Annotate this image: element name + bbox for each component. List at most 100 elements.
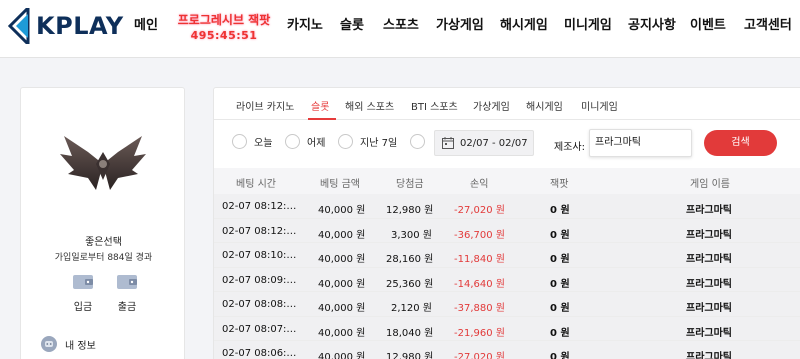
cell-winnings: 3,300 원 (391, 229, 433, 241)
col-bet-amount: 베팅 금액 (320, 179, 360, 190)
cell-bet-time: 02-07 08:10:… (222, 250, 297, 261)
category-tabs: 라이브 카지노 슬롯 해외 스포츠 BTI 스포츠 가상게임 해시게임 미니게임 (214, 88, 800, 120)
radio-circle (410, 134, 425, 149)
cell-profit-loss: -11,840 원 (454, 254, 505, 265)
cell-bet-amount: 40,000 원 (318, 303, 366, 314)
nav-item-hash[interactable]: 해시게임 (500, 14, 548, 33)
cell-bet-amount: 40,000 원 (318, 352, 366, 359)
cell-profit-loss: -37,880 원 (454, 303, 505, 314)
wallet-icon (73, 275, 93, 289)
jackpot-promo[interactable]: 프로그레시브 잭팟 495:45:51 (174, 14, 274, 41)
nav-item-slot[interactable]: 슬롯 (340, 14, 364, 33)
tab-overseas-sports[interactable]: 해외 스포츠 (345, 98, 394, 113)
tab-bti-sports[interactable]: BTI 스포츠 (411, 98, 458, 113)
cell-bet-time: 02-07 08:09:… (222, 274, 297, 286)
table-row: 02-07 08:10:… 40,000 원 28,160 원 -11,840 … (214, 243, 800, 268)
rank-emblem-icon (60, 136, 146, 190)
cell-jackpot: 0 원 (550, 303, 570, 314)
tab-mini-game[interactable]: 미니게임 (581, 98, 618, 113)
table-row: 02-07 08:06:… 40,000 원 12,980 원 -27,020 … (214, 341, 800, 359)
tab-hash-game[interactable]: 해시게임 (526, 98, 563, 113)
cell-jackpot: 0 원 (550, 352, 570, 359)
cell-winnings: 28,160 원 (386, 254, 434, 265)
cell-game-name: 프라그마틱 (686, 229, 732, 241)
nav-item-mini[interactable]: 미니게임 (564, 14, 612, 33)
cell-bet-time: 02-07 08:08:… (222, 299, 297, 310)
col-winnings: 당첨금 (396, 179, 424, 190)
cell-jackpot: 0 원 (550, 254, 570, 265)
radio-today[interactable]: 오늘 (232, 134, 272, 149)
cell-jackpot: 0 원 (550, 278, 570, 290)
calendar-icon (442, 137, 454, 149)
table-row: 02-07 08:09:… 40,000 원 25,360 원 -14,640 … (214, 267, 800, 292)
my-info-label: 내 정보 (65, 340, 96, 352)
cell-jackpot: 0 원 (550, 205, 570, 216)
cell-profit-loss: -36,700 원 (454, 229, 505, 241)
radio-circle (338, 134, 353, 149)
tab-slot[interactable]: 슬롯 (311, 98, 329, 113)
deposit-label: 입금 (73, 302, 93, 313)
cell-winnings: 18,040 원 (386, 327, 434, 339)
withdraw-label: 출금 (117, 302, 137, 313)
radio-custom-range[interactable] (410, 134, 425, 149)
radio-circle (232, 134, 247, 149)
cell-profit-loss: -14,640 원 (454, 278, 505, 290)
cell-bet-time: 02-07 08:12:… (222, 225, 297, 237)
cell-game-name: 프라그마틱 (686, 327, 732, 339)
cell-bet-amount: 40,000 원 (318, 327, 366, 339)
date-range-picker[interactable]: 02/07 - 02/07 (434, 130, 534, 156)
table-row: 02-07 08:12:… 40,000 원 12,980 원 -27,020 … (214, 194, 800, 219)
cell-bet-amount: 40,000 원 (318, 229, 366, 241)
tab-virtual-game[interactable]: 가상게임 (473, 98, 510, 113)
radio-last-7-days[interactable]: 지난 7일 (338, 134, 397, 149)
deposit-button[interactable]: 입금 (63, 274, 103, 313)
tab-live-casino[interactable]: 라이브 카지노 (236, 98, 294, 113)
cell-profit-loss: -27,020 원 (454, 352, 505, 359)
main-nav: 메인 카지노 슬롯 스포츠 가상게임 해시게임 미니게임 공지사항 이벤트 고객… (0, 14, 800, 36)
table-body: 02-07 08:12:… 40,000 원 12,980 원 -27,020 … (214, 194, 800, 359)
betting-history-panel: 라이브 카지노 슬롯 해외 스포츠 BTI 스포츠 가상게임 해시게임 미니게임… (213, 87, 800, 359)
top-header: KPLAY 메인 카지노 슬롯 스포츠 가상게임 해시게임 미니게임 공지사항 … (0, 0, 800, 58)
col-game-name: 게임 이름 (690, 179, 730, 190)
user-icon (41, 336, 57, 352)
joined-days: 가입일로부터 884일 경과 (54, 253, 153, 263)
cell-game-name: 프라그마틱 (686, 278, 732, 290)
jackpot-timer: 495:45:51 (190, 29, 258, 42)
nav-item-notice[interactable]: 공지사항 (628, 14, 676, 33)
nav-item-support[interactable]: 고객센터 (744, 14, 792, 33)
cell-bet-time: 02-07 08:06:… (222, 348, 297, 359)
radio-yesterday[interactable]: 어제 (285, 134, 325, 149)
wallet-icon (117, 275, 137, 289)
cell-game-name: 프라그마틱 (686, 205, 732, 216)
nav-item-virtual[interactable]: 가상게임 (436, 14, 484, 33)
profile-card: 좋은선택 가입일로부터 884일 경과 입금 출금 내 정보 (20, 87, 185, 359)
maker-select[interactable]: 프라그마틱 (589, 129, 692, 157)
my-info-link[interactable]: 내 정보 (41, 336, 96, 352)
table-row: 02-07 08:08:… 40,000 원 2,120 원 -37,880 원… (214, 292, 800, 317)
nav-item-sports[interactable]: 스포츠 (383, 14, 419, 33)
cell-game-name: 프라그마틱 (686, 254, 732, 265)
cell-game-name: 프라그마틱 (686, 352, 732, 359)
radio-last-7-days-label: 지난 7일 (360, 138, 398, 149)
nav-item-main[interactable]: 메인 (134, 14, 158, 33)
table-header: 베팅 시간 베팅 금액 당첨금 손익 잭팟 게임 이름 (214, 168, 800, 194)
cell-bet-amount: 40,000 원 (318, 205, 366, 216)
cell-profit-loss: -27,020 원 (454, 205, 505, 216)
maker-label: 제조사: (554, 142, 585, 153)
cell-bet-time: 02-07 08:07:… (222, 323, 297, 335)
col-bet-time: 베팅 시간 (236, 179, 276, 190)
username: 좋은선택 (85, 237, 122, 248)
nav-item-event[interactable]: 이벤트 (690, 14, 726, 33)
radio-yesterday-label: 어제 (307, 138, 326, 149)
search-button[interactable]: 검색 (704, 130, 777, 156)
filter-bar: 오늘 어제 지난 7일 02/07 - 02/07 제조사: 프라그마틱 검색 (214, 120, 800, 166)
col-jackpot: 잭팟 (550, 179, 569, 190)
cell-winnings: 25,360 원 (386, 278, 434, 290)
cell-winnings: 2,120 원 (391, 303, 433, 314)
radio-circle (285, 134, 300, 149)
withdraw-button[interactable]: 출금 (107, 274, 147, 313)
jackpot-title: 프로그레시브 잭팟 (177, 13, 271, 27)
table-row: 02-07 08:12:… 40,000 원 3,300 원 -36,700 원… (214, 218, 800, 243)
table-row: 02-07 08:07:… 40,000 원 18,040 원 -21,960 … (214, 316, 800, 341)
nav-item-casino[interactable]: 카지노 (287, 14, 323, 33)
